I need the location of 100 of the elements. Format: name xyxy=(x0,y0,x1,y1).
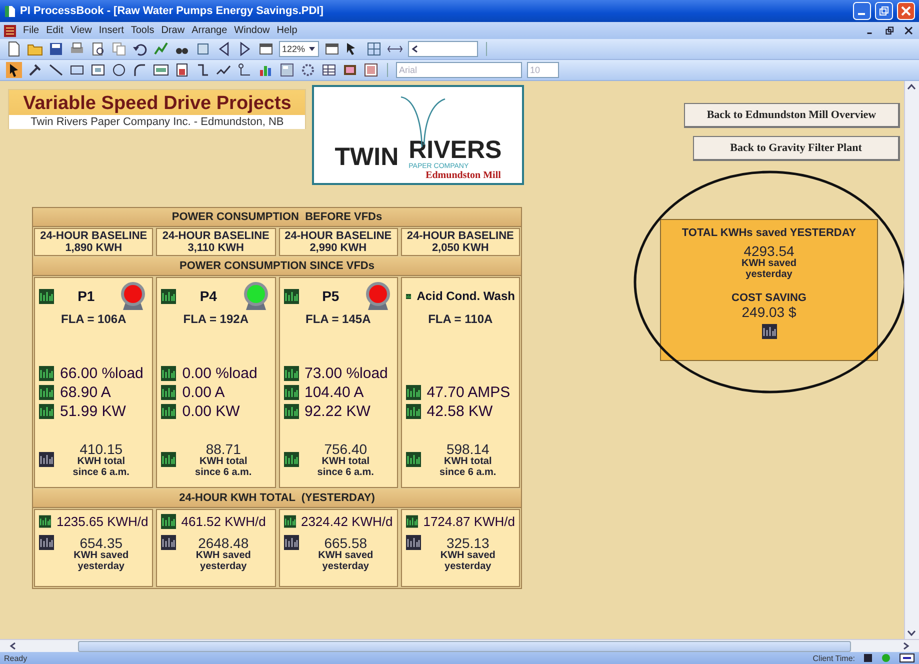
baseline-value: 2,990 KWH xyxy=(310,242,367,254)
table-icon[interactable] xyxy=(321,62,337,78)
total-label: since 6 a.m. xyxy=(72,468,130,478)
trend-icon[interactable] xyxy=(284,452,298,467)
trend-icon[interactable] xyxy=(284,404,298,419)
menu-item[interactable]: Help xyxy=(276,25,298,36)
horizontal-scrollbar[interactable] xyxy=(0,639,919,652)
trend-icon[interactable] xyxy=(161,514,176,529)
trend-icon[interactable] xyxy=(406,452,421,467)
display-title: Variable Speed Drive Projects xyxy=(23,93,292,115)
trend-icon[interactable] xyxy=(39,366,54,381)
trend-icon[interactable] xyxy=(161,366,176,381)
window-title: PI ProcessBook - [Raw Water Pumps Energy Savings.PDI] xyxy=(20,5,324,17)
menu-item[interactable]: File xyxy=(23,25,40,36)
menu-item[interactable]: Edit xyxy=(46,25,64,36)
menu-item[interactable]: Window xyxy=(234,25,270,36)
reading-value: 0.00 %load xyxy=(182,365,258,382)
reading-value: 73.00 %load xyxy=(304,365,388,382)
ellipse-icon[interactable] xyxy=(111,62,127,78)
trend-icon[interactable] xyxy=(284,288,298,304)
saved-label: yesterday xyxy=(78,562,124,572)
baseline-value: 3,110 KWH xyxy=(188,242,244,254)
trend-icon[interactable] xyxy=(39,452,54,467)
close-button[interactable] xyxy=(897,2,915,20)
save-icon[interactable] xyxy=(48,41,64,57)
total-label: KWH total xyxy=(444,457,492,468)
window-icon[interactable] xyxy=(258,41,274,57)
baseline-label: 24-HOUR BASELINE xyxy=(162,230,270,242)
trend-icon[interactable] xyxy=(161,288,176,304)
saved-label: yesterday xyxy=(322,562,369,572)
saved-label: KWH saved xyxy=(196,551,251,562)
total-value: 88.71 xyxy=(206,441,241,457)
zoom-dropdown[interactable]: 122% xyxy=(279,41,320,57)
arc-icon[interactable] xyxy=(132,62,148,78)
monitor-icon xyxy=(899,653,915,663)
total-value: 756.40 xyxy=(324,441,368,457)
trend-icon[interactable] xyxy=(39,514,52,529)
baseline-label: 24-HOUR BASELINE xyxy=(406,230,514,242)
logo-word: TWIN xyxy=(334,145,399,170)
pointer-icon[interactable] xyxy=(6,62,22,78)
scroll-right-icon[interactable] xyxy=(901,641,911,651)
trend-icon[interactable] xyxy=(284,535,298,550)
saved-label: KWH saved xyxy=(440,551,496,562)
reading-value: 42.58 KW xyxy=(426,403,493,420)
xy-plot-icon[interactable] xyxy=(237,62,253,78)
trend-icon[interactable] xyxy=(762,324,776,339)
trend-icon[interactable] xyxy=(39,404,54,419)
trend-icon[interactable] xyxy=(161,452,176,467)
copy-icon[interactable] xyxy=(111,41,127,57)
window-icon[interactable] xyxy=(324,41,340,57)
page-field[interactable] xyxy=(408,41,478,57)
trend-icon[interactable] xyxy=(161,385,176,400)
nav-button[interactable]: Back to Gravity Filter Plant xyxy=(693,136,900,161)
baseline-value: 2,050 KWH xyxy=(432,242,489,254)
menu-item[interactable]: Insert xyxy=(98,25,124,36)
grid-icon[interactable] xyxy=(366,41,382,57)
connector-icon[interactable] xyxy=(195,62,211,78)
reading-value: 66.00 %load xyxy=(60,365,144,382)
total-label: KWH total xyxy=(77,457,126,468)
trend-icon[interactable] xyxy=(284,514,296,529)
menu-item[interactable]: Draw xyxy=(161,25,185,36)
menu-item[interactable]: Arrange xyxy=(192,25,228,36)
text-box-icon[interactable] xyxy=(90,62,106,78)
vertical-scrollbar[interactable] xyxy=(904,81,919,639)
trend-icon[interactable] xyxy=(39,535,54,550)
trend-icon[interactable] xyxy=(406,535,421,550)
total-label: since 6 a.m. xyxy=(317,468,374,478)
trend-icon[interactable] xyxy=(161,404,176,419)
preview-icon[interactable] xyxy=(90,41,106,57)
trend-icon[interactable] xyxy=(161,535,176,550)
new-document-icon[interactable] xyxy=(6,41,22,57)
trend-icon[interactable] xyxy=(39,385,54,400)
hammer-icon[interactable] xyxy=(27,62,43,78)
trend-icon[interactable] xyxy=(406,514,418,529)
undo-icon[interactable] xyxy=(132,41,148,57)
trend-icon[interactable] xyxy=(284,385,298,400)
trend-icon[interactable] xyxy=(406,404,421,419)
saved-value: 4293.54 xyxy=(744,243,794,259)
daily-total: 1235.65 KWH/d xyxy=(56,514,148,529)
trend-icon[interactable] xyxy=(406,385,421,400)
reading-value: 104.40 A xyxy=(304,384,364,401)
scroll-thumb[interactable] xyxy=(78,640,851,652)
frame-icon[interactable] xyxy=(363,62,379,78)
nav-button[interactable]: Back to Edmundston Mill Overview xyxy=(684,103,900,128)
menu-item[interactable]: View xyxy=(70,25,92,36)
minimize-button[interactable] xyxy=(853,2,871,20)
logo-word: RIVERS xyxy=(408,138,502,163)
image-icon[interactable] xyxy=(342,62,358,78)
chart-icon[interactable] xyxy=(153,41,169,57)
document-icon[interactable] xyxy=(4,24,16,36)
trend-icon[interactable] xyxy=(284,366,298,381)
summary-title: TOTAL KWHs saved YESTERDAY xyxy=(682,227,856,239)
close-icon[interactable] xyxy=(903,24,915,36)
trend-icon[interactable] xyxy=(39,288,54,304)
scroll-left-icon[interactable] xyxy=(8,641,18,651)
restore-icon[interactable] xyxy=(884,24,896,36)
restore-button[interactable] xyxy=(875,2,893,20)
menu-item[interactable]: Tools xyxy=(130,25,154,36)
line-icon[interactable] xyxy=(48,62,64,78)
caret-icon[interactable] xyxy=(308,45,316,53)
